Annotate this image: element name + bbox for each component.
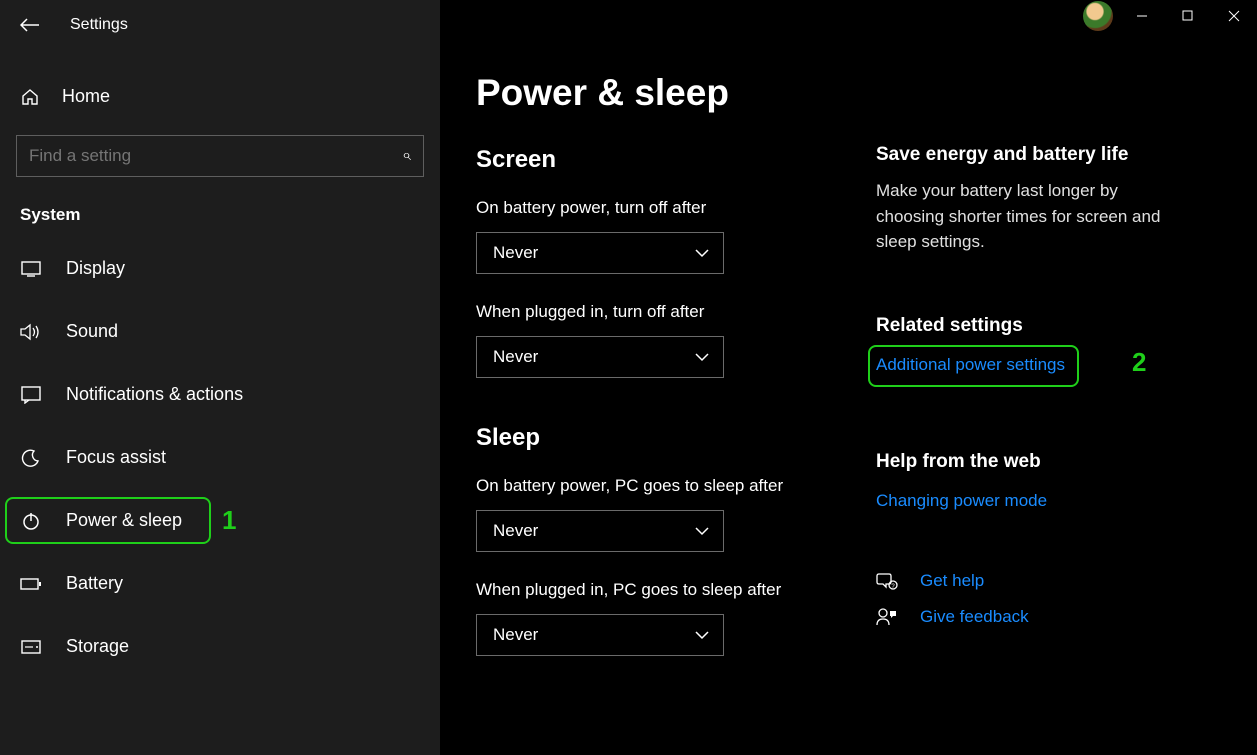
changing-power-mode-link[interactable]: Changing power mode bbox=[876, 491, 1047, 511]
minimize-button[interactable] bbox=[1119, 0, 1165, 32]
screen-heading: Screen bbox=[476, 146, 876, 174]
chevron-down-icon bbox=[695, 631, 709, 640]
page-title: Power & sleep bbox=[476, 72, 876, 114]
screen-battery-label: On battery power, turn off after bbox=[476, 198, 876, 218]
focus-assist-icon bbox=[20, 448, 42, 468]
chevron-down-icon bbox=[695, 527, 709, 536]
sidebar-item-sound[interactable]: Sound bbox=[0, 306, 440, 357]
display-icon bbox=[20, 261, 42, 277]
sidebar-item-power-sleep[interactable]: Power & sleep 1 bbox=[0, 495, 440, 546]
search-box[interactable]: ⌕ bbox=[16, 135, 424, 177]
annotation-number-2: 2 bbox=[1132, 347, 1146, 378]
give-feedback-icon bbox=[876, 607, 898, 627]
sidebar-item-battery[interactable]: Battery bbox=[0, 558, 440, 609]
dropdown-value: Never bbox=[493, 243, 538, 263]
user-avatar[interactable] bbox=[1083, 1, 1113, 31]
energy-text: Make your battery last longer by choosin… bbox=[876, 178, 1186, 255]
related-heading: Related settings bbox=[876, 315, 1186, 337]
sidebar-item-label: Battery bbox=[66, 573, 123, 594]
screen-plugged-dropdown[interactable]: Never bbox=[476, 336, 724, 378]
sidebar-item-label: Sound bbox=[66, 321, 118, 342]
notifications-icon bbox=[20, 386, 42, 404]
chevron-down-icon bbox=[695, 353, 709, 362]
search-input[interactable] bbox=[29, 146, 373, 166]
settings-body: Power & sleep Screen On battery power, t… bbox=[476, 72, 876, 755]
sidebar-section-heading: System bbox=[0, 195, 440, 243]
get-help-link[interactable]: Get help bbox=[920, 571, 984, 591]
screen-battery-dropdown[interactable]: Never bbox=[476, 232, 724, 274]
sleep-heading: Sleep bbox=[476, 424, 876, 452]
sidebar-item-focus-assist[interactable]: Focus assist bbox=[0, 432, 440, 483]
sleep-plugged-label: When plugged in, PC goes to sleep after bbox=[476, 580, 876, 600]
help-from-web-heading: Help from the web bbox=[876, 451, 1186, 473]
home-nav-item[interactable]: Home bbox=[0, 72, 440, 121]
search-icon: ⌕ bbox=[402, 147, 411, 165]
sidebar-item-label: Storage bbox=[66, 636, 129, 657]
chevron-down-icon bbox=[695, 249, 709, 258]
sidebar-item-notifications[interactable]: Notifications & actions bbox=[0, 369, 440, 420]
titlebar: Settings bbox=[0, 8, 440, 54]
sidebar-item-label: Power & sleep bbox=[66, 510, 182, 531]
dropdown-value: Never bbox=[493, 347, 538, 367]
sidebar-item-display[interactable]: Display bbox=[0, 243, 440, 294]
home-label: Home bbox=[62, 86, 110, 107]
battery-icon bbox=[20, 577, 42, 591]
sleep-battery-dropdown[interactable]: Never bbox=[476, 510, 724, 552]
power-icon bbox=[20, 511, 42, 531]
annotation-number-1: 1 bbox=[222, 505, 236, 536]
sidebar-item-storage[interactable]: Storage bbox=[0, 621, 440, 672]
sidebar-item-label: Notifications & actions bbox=[66, 384, 243, 405]
home-icon bbox=[20, 87, 40, 107]
screen-plugged-label: When plugged in, turn off after bbox=[476, 302, 876, 322]
close-button[interactable] bbox=[1211, 0, 1257, 32]
additional-power-settings-link[interactable]: Additional power settings bbox=[876, 355, 1065, 375]
window-title: Settings bbox=[70, 16, 128, 34]
sidebar-item-label: Display bbox=[66, 258, 125, 279]
dropdown-value: Never bbox=[493, 521, 538, 541]
right-panel: Save energy and battery life Make your b… bbox=[876, 72, 1206, 755]
storage-icon bbox=[20, 640, 42, 654]
give-feedback-link[interactable]: Give feedback bbox=[920, 607, 1029, 627]
sidebar: Settings Home ⌕ System Display Sound Not… bbox=[0, 0, 440, 755]
sleep-plugged-dropdown[interactable]: Never bbox=[476, 614, 724, 656]
get-help-icon: ? bbox=[876, 571, 898, 591]
window-controls bbox=[1083, 0, 1257, 32]
main-content: Power & sleep Screen On battery power, t… bbox=[440, 0, 1257, 755]
sleep-battery-label: On battery power, PC goes to sleep after bbox=[476, 476, 876, 496]
energy-heading: Save energy and battery life bbox=[876, 144, 1186, 166]
sidebar-item-label: Focus assist bbox=[66, 447, 166, 468]
sound-icon bbox=[20, 323, 42, 341]
back-arrow-icon[interactable] bbox=[20, 18, 40, 32]
dropdown-value: Never bbox=[493, 625, 538, 645]
maximize-button[interactable] bbox=[1165, 0, 1211, 32]
